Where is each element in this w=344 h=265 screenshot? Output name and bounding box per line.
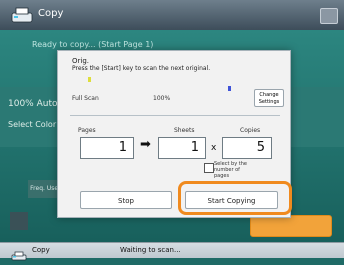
dialog-instruction: Press the [Start] key to scan the next o…: [72, 65, 211, 72]
help-button[interactable]: [320, 8, 338, 24]
pages-label: Pages: [78, 127, 96, 134]
select-by-pages-checkbox[interactable]: [204, 163, 214, 173]
copies-value-field: 5: [222, 137, 272, 159]
select-by-pages-label: Select by the number of pages: [214, 161, 247, 179]
sheets-value-field: 1: [158, 137, 206, 159]
top-bar: Copy: [0, 0, 344, 31]
full-scan-label: Full Scan: [72, 95, 99, 102]
copier-status-icon: [11, 246, 27, 265]
sheets-label: Sheets: [174, 127, 195, 134]
change-settings-button[interactable]: Change Settings: [254, 89, 284, 107]
background-ratio-label: 100% Auto: [8, 99, 58, 109]
copier-icon: [11, 7, 33, 27]
times-icon: x: [211, 143, 217, 153]
background-options-button: [250, 215, 332, 237]
change-settings-label: Change Settings: [258, 92, 280, 105]
background-color-label: Select Color: [8, 120, 57, 129]
divider: [70, 115, 280, 116]
arrow-right-icon: ➡: [140, 137, 151, 152]
start-copying-highlight: [178, 181, 292, 215]
toner-indicator-icon: [228, 86, 231, 91]
app-title: Copy: [38, 8, 64, 19]
dialog-title: Orig.: [72, 57, 90, 65]
background-status-message: Ready to copy... (Start Page 1): [32, 40, 154, 49]
background-small-tile: [10, 212, 28, 230]
stop-button[interactable]: Stop: [80, 191, 172, 209]
status-message: Waiting to scan...: [120, 246, 181, 254]
status-bar: Copy Waiting to scan...: [0, 242, 344, 261]
full-scan-value: 100%: [153, 95, 171, 102]
status-app-label: Copy: [32, 246, 50, 254]
pages-value-field: 1: [80, 137, 134, 159]
copies-label: Copies: [240, 127, 261, 134]
color-indicator-icon: [88, 77, 91, 82]
